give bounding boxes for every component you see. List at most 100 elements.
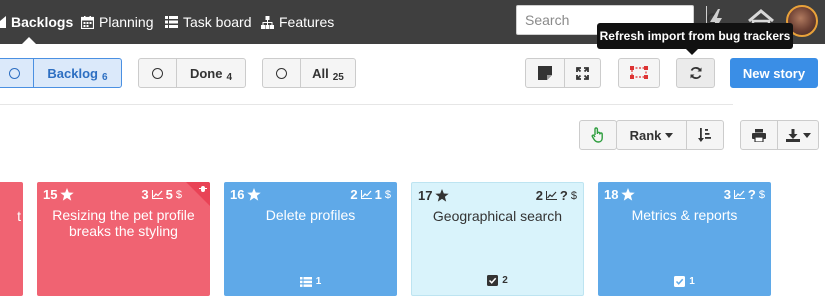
backlog-select-toggle[interactable] [0,59,33,87]
story-value: ? [559,188,568,203]
story-points: 3 [141,187,149,202]
chevron-down-icon [802,132,811,138]
filter-label: Done [189,65,223,81]
refresh-icon [690,67,701,79]
new-story-label: New story [742,65,806,81]
nav-item-task-board[interactable]: Task board [165,0,251,44]
toolbar-divider [0,104,733,105]
filter-count: 6 [102,71,108,83]
story-title: Delete profiles [265,207,356,223]
checkbox-icon [487,275,499,286]
expand-icon [576,66,589,80]
filter-count: 4 [226,71,233,83]
task-count: 2 [502,275,508,286]
story-id: 18 [604,187,619,202]
currency-icon: $ [175,188,182,201]
done-select-toggle[interactable] [139,59,176,87]
nav-item-label: Backlogs [11,14,74,30]
export-dropdown[interactable] [777,121,818,149]
done-filter-label-wrap[interactable]: Done 4 [176,59,245,87]
nav-item-features[interactable]: Features [261,0,334,44]
chevron-down-icon [665,132,674,138]
nav-item-planning[interactable]: Planning [81,0,154,44]
filter-backlog[interactable]: Backlog 6 [0,58,122,88]
postit-view-button[interactable] [526,59,564,87]
star-icon[interactable] [247,188,262,201]
currency-icon: $ [758,188,765,201]
view-toggle-group [525,58,601,88]
story-number: 17 [418,188,450,203]
story-id: 16 [230,187,245,202]
select-area-button[interactable] [618,58,660,88]
story-meta: 3 ? $ [724,187,765,202]
download-icon [785,128,800,142]
task-count: 1 [315,276,322,287]
bug-icon [199,186,207,192]
tooltip-text: Refresh import from bug trackers [599,29,791,43]
screen-select-icon [630,66,648,79]
chart-icon [151,190,163,199]
refresh-import-button[interactable] [676,58,715,88]
story-meta: 2 1 $ [350,187,391,202]
filter-done[interactable]: Done 4 [138,58,246,88]
story-points: 2 [350,187,358,202]
story-card-18[interactable]: 18 3 ? $ Metrics & reports 1 [598,182,771,296]
story-card-17[interactable]: 17 2 ? $ Geographical search 2 [411,182,584,296]
nav-item-label: Features [279,14,335,30]
filter-label: Backlog [47,65,98,81]
all-filter-label-wrap[interactable]: All 25 [300,59,355,87]
story-title: Geographical search [432,208,563,224]
features-icon [261,15,274,29]
story-footer: 1 [598,276,771,287]
story-id: 17 [418,188,433,203]
story-number: 16 [230,187,262,202]
story-card-16[interactable]: 16 2 1 $ Delete profiles 1 [224,182,397,296]
story-meta: 3 5 $ [141,187,182,202]
nav-item-label: Task board [183,14,252,30]
taskboard-icon [165,16,178,28]
story-number: 15 [43,187,75,202]
calendar-icon [81,15,94,29]
hand-tool-button[interactable] [579,120,617,150]
fullscreen-button[interactable] [564,59,600,87]
print-button[interactable] [741,121,777,149]
output-group [740,120,819,150]
all-select-toggle[interactable] [263,59,300,87]
story-points: 3 [723,187,731,202]
story-title: Metrics & reports [631,207,738,223]
checkbox-icon [674,276,686,287]
rank-label: Rank [629,127,662,143]
nav-item-backlogs[interactable]: Backlogs [0,0,73,44]
refresh-tooltip: Refresh import from bug trackers [597,23,793,55]
filter-label: All [312,65,329,81]
circle-icon [152,67,163,79]
chart-icon [360,190,372,199]
chart-icon [545,191,557,200]
story-value: 1 [374,187,382,202]
story-footer: 1 [224,276,397,287]
currency-icon: $ [384,188,391,201]
hand-pointer-icon [591,127,603,143]
story-id: 15 [43,187,58,202]
star-icon[interactable] [621,188,636,201]
star-icon[interactable] [60,188,75,201]
star-icon[interactable] [435,189,450,202]
circle-icon [276,67,287,79]
story-card-partial[interactable]: t [0,182,23,296]
rank-dropdown[interactable]: Rank [617,121,686,149]
task-count: 1 [689,276,695,287]
new-story-button[interactable]: New story [730,58,818,88]
filter-all[interactable]: All 25 [262,58,356,88]
story-number: 18 [604,187,636,202]
nav-item-label: Planning [99,14,154,30]
sort-direction-button[interactable] [686,121,723,149]
story-title: t [17,208,21,224]
story-value: ? [747,187,756,202]
currency-icon: $ [570,189,577,202]
backlog-filter-label-wrap[interactable]: Backlog 6 [33,59,121,87]
circle-icon [8,67,20,79]
story-card-15[interactable]: 15 3 5 $ Resizing the pet profile breaks… [37,182,210,296]
filter-count: 25 [332,71,344,83]
story-footer: 2 [412,275,583,286]
sort-group: Rank [616,120,724,150]
